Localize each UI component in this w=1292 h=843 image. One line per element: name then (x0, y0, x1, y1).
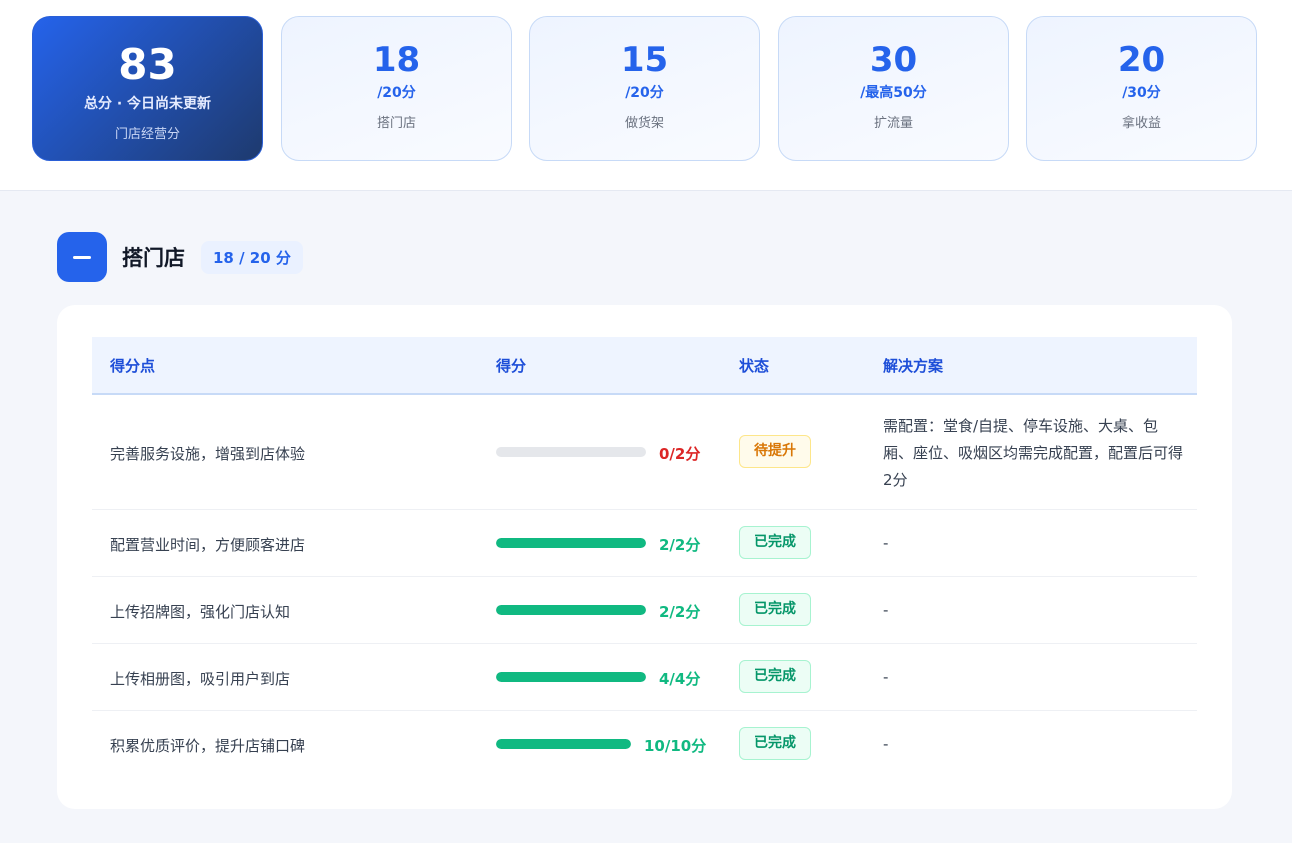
minus-icon (73, 255, 91, 259)
table-row: 完善服务设施，增强到店体验 0/2分 待提升 需配置：堂食/自提、停车设施、大桌… (92, 395, 1197, 510)
score-card-caption: 拿收益 (1121, 116, 1161, 131)
score-progress-bar (496, 447, 646, 457)
score-value: 0/2分 (659, 445, 701, 463)
solution-text: - (883, 601, 889, 619)
score-value: 10/10分 (644, 737, 707, 755)
status-badge: 已完成 (739, 593, 811, 626)
score-progress-fill (496, 739, 631, 749)
score-card-revenue[interactable]: 20 /30分 拿收益 (1026, 16, 1257, 161)
score-point-text: 配置营业时间，方便顾客进店 (110, 536, 306, 554)
total-score-caption: 门店经营分 (114, 127, 180, 142)
column-header-point: 得分点 (110, 357, 156, 375)
score-card-max: /20分 (377, 85, 416, 101)
table-row: 上传招牌图，强化门店认知 2/2分 已完成 - (92, 577, 1197, 644)
score-card-shelf[interactable]: 15 /20分 做货架 (529, 16, 760, 161)
status-badge: 已完成 (739, 526, 811, 559)
score-summary-bar: 83 总分 · 今日尚未更新 门店经营分 18 /20分 搭门店 15 /20分… (0, 0, 1292, 191)
score-card-caption: 扩流量 (873, 116, 913, 131)
score-card-value: 18 (372, 40, 421, 80)
score-progress-bar (496, 672, 646, 682)
section-title: 搭门店 (122, 246, 185, 270)
section-score-pill: 18 / 20 分 (201, 240, 303, 274)
score-card-traffic[interactable]: 30 /最高50分 扩流量 (778, 16, 1009, 161)
score-progress-bar (496, 739, 631, 749)
column-header-status: 状态 (739, 357, 770, 375)
score-value: 2/2分 (659, 603, 701, 621)
score-card-max: /最高50分 (860, 85, 927, 101)
solution-text: - (883, 735, 889, 753)
score-progress-fill (496, 672, 646, 682)
score-value: 2/2分 (659, 536, 701, 554)
column-header-score: 得分 (496, 357, 527, 375)
score-card-value: 15 (620, 40, 669, 80)
total-score-value: 83 (118, 40, 177, 89)
score-progress-fill (496, 605, 646, 615)
column-header-solution: 解决方案 (883, 357, 944, 375)
score-point-text: 上传相册图，吸引用户到店 (110, 670, 291, 688)
table-header: 得分点 得分 状态 解决方案 (92, 337, 1197, 395)
score-card-value: 30 (869, 40, 918, 80)
table-row: 积累优质评价，提升店铺口碑 10/10分 已完成 - (92, 711, 1197, 778)
score-point-text: 完善服务设施，增强到店体验 (110, 445, 306, 463)
score-card-caption: 搭门店 (376, 116, 416, 131)
score-card-caption: 做货架 (624, 116, 664, 131)
score-progress-bar (496, 538, 646, 548)
section-header: 搭门店 18 / 20 分 (57, 232, 303, 282)
score-card-store[interactable]: 18 /20分 搭门店 (281, 16, 512, 161)
score-point-text: 积累优质评价，提升店铺口碑 (110, 737, 306, 755)
status-badge: 已完成 (739, 660, 811, 693)
table-row: 配置营业时间，方便顾客进店 2/2分 已完成 - (92, 510, 1197, 577)
score-card-max: /30分 (1122, 85, 1161, 101)
solution-text: - (883, 534, 889, 552)
status-badge: 已完成 (739, 727, 811, 760)
score-point-text: 上传招牌图，强化门店认知 (110, 603, 291, 621)
solution-text: 需配置：堂食/自提、停车设施、大桌、包厢、座位、吸烟区均需完成配置，配置后可得2… (883, 417, 1184, 489)
total-score-card[interactable]: 83 总分 · 今日尚未更新 门店经营分 (32, 16, 263, 161)
collapse-button[interactable] (57, 232, 107, 282)
table-row: 上传相册图，吸引用户到店 4/4分 已完成 - (92, 644, 1197, 711)
score-card-max: /20分 (625, 85, 664, 101)
solution-text: - (883, 668, 889, 686)
score-value: 4/4分 (659, 670, 701, 688)
score-card-value: 20 (1117, 40, 1166, 80)
status-badge: 待提升 (739, 435, 811, 468)
total-score-subtitle: 总分 · 今日尚未更新 (83, 96, 212, 112)
score-progress-fill (496, 538, 646, 548)
score-table-panel: 得分点 得分 状态 解决方案 完善服务设施，增强到店体验 0/2分 待提升 需配… (57, 305, 1232, 809)
score-progress-bar (496, 605, 646, 615)
